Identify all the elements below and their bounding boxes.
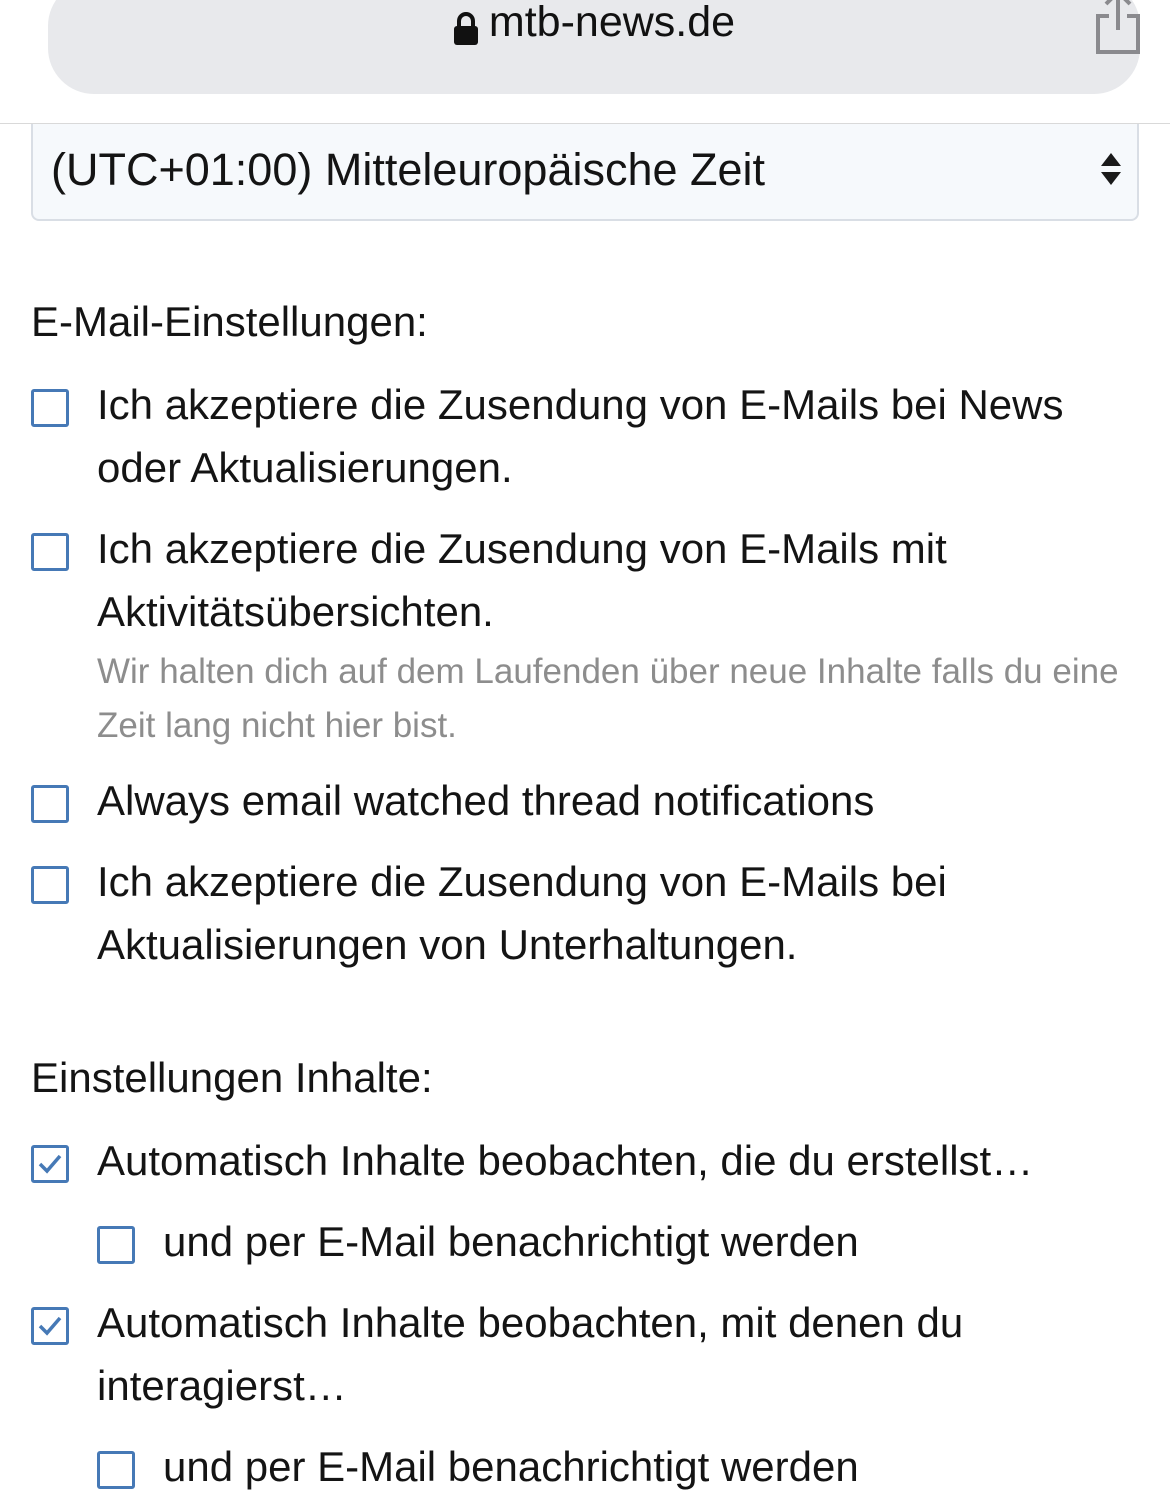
- email-option-activity-summary-label: Ich akzeptiere die Zusendung von E-Mails…: [97, 525, 947, 635]
- content-option-watch-created[interactable]: Automatisch Inhalte beobachten, die du e…: [31, 1137, 1033, 1192]
- checkbox-watch-created[interactable]: [31, 1145, 69, 1183]
- checkbox-watch-interacted[interactable]: [31, 1307, 69, 1345]
- content-option-watch-interacted-email[interactable]: und per E-Mail benachrichtigt werden: [97, 1443, 859, 1498]
- share-icon[interactable]: [1092, 0, 1144, 54]
- lock-icon: [453, 8, 479, 45]
- email-option-watched-threads[interactable]: Always email watched thread notification…: [31, 777, 874, 832]
- content-option-watch-created-email-label: und per E-Mail benachrichtigt werden: [163, 1218, 859, 1265]
- email-option-activity-summary[interactable]: Ich akzeptiere die Zusendung von E-Mails…: [31, 525, 947, 643]
- content-settings-heading: Einstellungen Inhalte:: [31, 1054, 433, 1101]
- content-option-watch-interacted-email-label: und per E-Mail benachrichtigt werden: [163, 1443, 859, 1490]
- checkbox-email-conversations[interactable]: [31, 866, 69, 904]
- content-option-watch-created-label: Automatisch Inhalte beobachten, die du e…: [97, 1137, 1034, 1184]
- email-option-watched-threads-label: Always email watched thread notification…: [97, 777, 875, 824]
- url-display[interactable]: mtb-news.de: [48, 0, 1140, 47]
- timezone-select-value: (UTC+01:00) Mitteleuropäische Zeit: [51, 144, 766, 195]
- checkbox-watch-created-email[interactable]: [97, 1226, 135, 1264]
- address-bar[interactable]: mtb-news.de: [48, 0, 1140, 94]
- content-option-watch-interacted[interactable]: Automatisch Inhalte beobachten, mit dene…: [31, 1299, 963, 1417]
- url-text: mtb-news.de: [488, 0, 736, 46]
- checkbox-email-watched-threads[interactable]: [31, 785, 69, 823]
- email-settings-heading: E-Mail-Einstellungen:: [31, 298, 428, 345]
- timezone-select[interactable]: (UTC+01:00) Mitteleuropäische Zeit: [31, 124, 1139, 221]
- email-option-conversations[interactable]: Ich akzeptiere die Zusendung von E-Mails…: [31, 858, 947, 976]
- checkmark-icon: [38, 1316, 62, 1336]
- checkbox-email-activity-summary[interactable]: [31, 533, 69, 571]
- checkmark-icon: [38, 1154, 62, 1174]
- browser-toolbar: mtb-news.de: [0, 0, 1170, 124]
- email-activity-summary-hint: Wir halten dich auf dem Laufenden über n…: [97, 652, 1119, 745]
- content-option-watch-created-email[interactable]: und per E-Mail benachrichtigt werden: [97, 1218, 859, 1273]
- checkbox-email-news[interactable]: [31, 389, 69, 427]
- checkbox-watch-interacted-email[interactable]: [97, 1451, 135, 1489]
- email-option-conversations-label: Ich akzeptiere die Zusendung von E-Mails…: [97, 858, 947, 968]
- select-arrows-icon: [1099, 150, 1123, 188]
- email-option-news-label: Ich akzeptiere die Zusendung von E-Mails…: [97, 381, 1064, 491]
- email-option-news[interactable]: Ich akzeptiere die Zusendung von E-Mails…: [31, 381, 1064, 499]
- content-option-watch-interacted-label: Automatisch Inhalte beobachten, mit dene…: [97, 1299, 964, 1409]
